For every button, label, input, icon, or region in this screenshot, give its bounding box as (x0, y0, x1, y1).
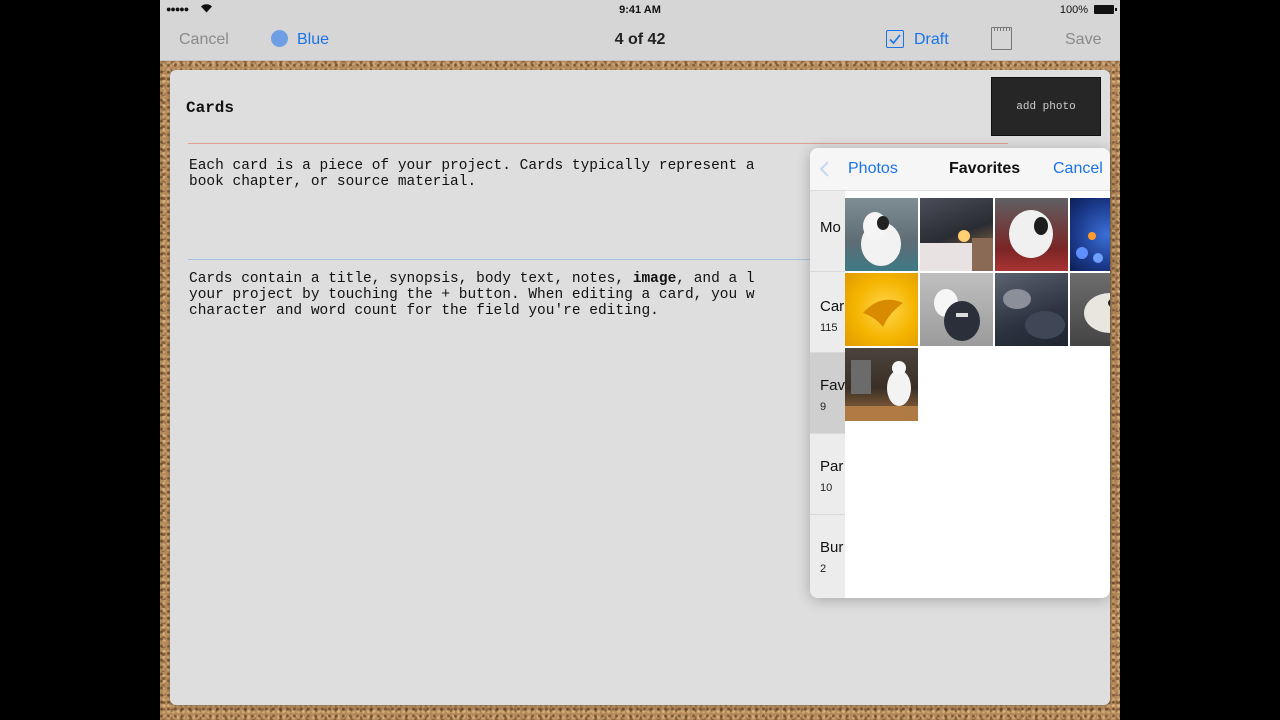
album-row-moments[interactable]: Mo (810, 191, 845, 272)
draft-checkbox[interactable] (886, 30, 904, 48)
title-divider (188, 143, 1008, 144)
photo-thumbnail[interactable] (995, 198, 1068, 271)
draft-label[interactable]: Draft (914, 31, 949, 49)
battery-percentage: 100% (1059, 4, 1088, 16)
popover-header: Photos Favorites Cancel (810, 148, 1110, 191)
status-time: 9:41 AM (619, 4, 661, 16)
photo-thumbnail[interactable] (920, 273, 993, 346)
status-bar: ●●●●● 9:41 AM 100% (160, 0, 1120, 20)
album-row-camera-roll[interactable]: Car 115 (810, 272, 845, 353)
body-text-segment: Cards contain a title, synopsis, body te… (189, 271, 633, 287)
popover-cancel-button[interactable]: Cancel (1053, 160, 1103, 178)
album-row-favorites[interactable]: Fav 9 (810, 353, 845, 434)
photo-thumbnail[interactable] (995, 273, 1068, 346)
photo-thumbnail[interactable] (845, 273, 918, 346)
synopsis-text[interactable]: Each card is a piece of your project. Ca… (189, 158, 829, 190)
photo-thumbnail[interactable] (1070, 273, 1110, 346)
album-count: 2 (820, 563, 827, 575)
album-name: Bur (820, 539, 844, 556)
album-name: Mo (820, 219, 841, 236)
photo-grid (845, 198, 1110, 598)
album-count: 10 (820, 482, 833, 494)
save-button[interactable]: Save (1065, 31, 1101, 49)
album-name: Car (820, 298, 845, 315)
navigation-bar: Cancel Blue 4 of 42 Draft Save (160, 20, 1120, 61)
photos-back-button[interactable]: Photos (848, 160, 898, 178)
photo-picker-popover: Photos Favorites Cancel Mo Car 115 Fav 9… (810, 148, 1110, 598)
photo-thumbnail[interactable] (1070, 198, 1110, 271)
body-text-line: character and word count for the field y… (189, 303, 659, 319)
photo-thumbnail[interactable] (845, 348, 918, 421)
popover-title: Favorites (949, 160, 1021, 177)
ipad-screen: ●●●●● 9:41 AM 100% Cancel Blue 4 of 42 D… (160, 0, 1120, 720)
album-list: Mo Car 115 Fav 9 Par 10 Bur 2 (810, 191, 845, 598)
cancel-button[interactable]: Cancel (179, 31, 229, 49)
album-row-bur[interactable]: Bur 2 (810, 515, 845, 595)
chevron-left-icon[interactable] (818, 160, 830, 178)
battery-icon (1094, 5, 1117, 14)
checkmark-icon (889, 34, 901, 45)
add-photo-button[interactable]: add photo (991, 77, 1101, 136)
album-name: Par (820, 458, 844, 475)
notepad-icon[interactable] (991, 27, 1012, 50)
photo-thumbnail[interactable] (845, 198, 918, 271)
card-title[interactable]: Cards (186, 99, 234, 117)
body-text-line: your project by touching the + button. W… (189, 287, 755, 303)
album-count: 9 (820, 401, 827, 413)
body-text[interactable]: Cards contain a title, synopsis, body te… (189, 271, 829, 319)
album-name: Fav (820, 377, 845, 394)
album-row-par[interactable]: Par 10 (810, 434, 845, 515)
body-text-segment: , and a l (676, 271, 755, 287)
color-label-button[interactable]: Blue (297, 31, 329, 49)
body-text-bold: image (632, 271, 677, 287)
color-dot-icon[interactable] (271, 30, 288, 47)
photo-thumbnail[interactable] (920, 198, 993, 271)
album-count: 115 (820, 322, 838, 334)
